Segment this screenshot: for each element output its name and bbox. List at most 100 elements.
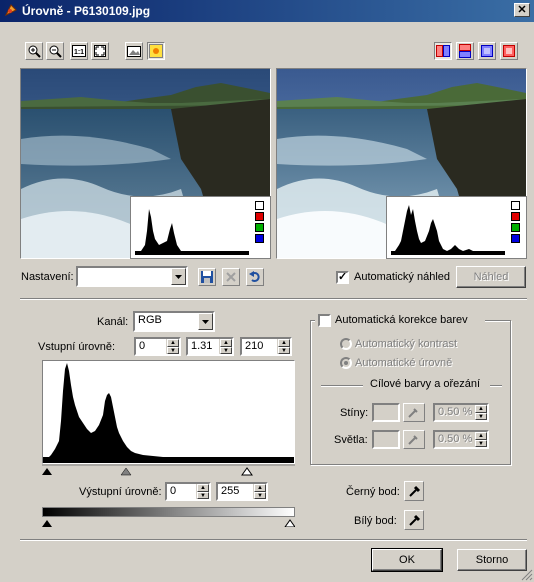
auto-contrast-radio[interactable] bbox=[340, 338, 352, 350]
output-white-field[interactable]: 255 ▲ ▼ bbox=[216, 482, 268, 501]
single-before-icon bbox=[481, 45, 493, 57]
output-black-field[interactable]: 0 ▲ ▼ bbox=[165, 482, 211, 501]
shadows-percent-value: 0.50 % bbox=[438, 406, 473, 418]
settings-dropdown-button[interactable] bbox=[171, 268, 186, 285]
auto-correct-legend-bg: Automatická korekce barev bbox=[315, 313, 485, 327]
white-channel-swatch[interactable] bbox=[255, 201, 264, 210]
input-black-field[interactable]: 0 ▲ ▼ bbox=[134, 337, 181, 356]
auto-correct-label: Automatická korekce barev bbox=[335, 314, 468, 326]
blue-channel-swatch[interactable] bbox=[511, 234, 520, 243]
output-white-spinner[interactable]: ▲ ▼ bbox=[253, 484, 266, 499]
split-vertical-icon bbox=[436, 45, 450, 57]
window-title: Úrovně - P6130109.jpg bbox=[22, 4, 151, 18]
zoom-in-button[interactable] bbox=[25, 42, 43, 60]
channel-label: Kanál: bbox=[97, 316, 129, 328]
app-icon bbox=[4, 4, 17, 17]
output-gradient bbox=[42, 507, 295, 517]
white-point-picker[interactable] bbox=[404, 510, 424, 530]
black-point-handle bbox=[42, 468, 52, 475]
shadows-color-field[interactable] bbox=[372, 403, 400, 422]
eyedropper-icon bbox=[408, 435, 418, 445]
input-white-spinner[interactable]: ▲ ▼ bbox=[277, 339, 290, 354]
auto-levels-radio[interactable] bbox=[340, 357, 352, 369]
black-point-label: Černý bod: bbox=[346, 486, 400, 498]
auto-preview-label: Automatický náhled bbox=[354, 271, 450, 283]
input-levels-label: Vstupní úrovně: bbox=[38, 341, 116, 353]
red-channel-swatch[interactable] bbox=[511, 212, 520, 221]
reset-button[interactable] bbox=[246, 268, 264, 286]
channel-dropdown-button[interactable] bbox=[198, 313, 213, 330]
actual-size-button[interactable]: 1:1 bbox=[70, 42, 88, 60]
input-white-value: 210 bbox=[245, 340, 264, 352]
close-button[interactable]: ✕ bbox=[514, 3, 530, 17]
split-vertical-button[interactable] bbox=[434, 42, 452, 60]
picture-button[interactable] bbox=[125, 42, 143, 60]
sun-button[interactable] bbox=[147, 42, 165, 60]
save-preset-button[interactable] bbox=[198, 268, 216, 286]
output-black-value: 0 bbox=[170, 485, 177, 497]
highlights-percent-field[interactable]: 0.50 % ▲ ▼ bbox=[433, 430, 489, 449]
channel-combo[interactable]: RGB bbox=[133, 311, 215, 332]
before-mini-histogram bbox=[135, 209, 249, 255]
auto-levels-label: Automatické úrovně bbox=[355, 357, 453, 369]
white-point-handle bbox=[241, 467, 253, 476]
histogram[interactable] bbox=[42, 360, 295, 464]
preview-button[interactable]: Náhled bbox=[456, 266, 526, 288]
resize-grip-icon[interactable] bbox=[521, 569, 533, 581]
highlights-picker-button[interactable] bbox=[403, 430, 425, 449]
white-point-label: Bílý bod: bbox=[354, 515, 397, 527]
split-horizontal-button[interactable] bbox=[456, 42, 474, 60]
delete-preset-button[interactable] bbox=[222, 268, 240, 286]
fit-window-icon bbox=[94, 45, 106, 57]
svg-text:1:1: 1:1 bbox=[74, 49, 84, 56]
single-before-button[interactable] bbox=[478, 42, 496, 60]
output-slider-track[interactable] bbox=[42, 517, 296, 528]
green-channel-swatch[interactable] bbox=[511, 223, 520, 232]
chevron-down-icon bbox=[175, 275, 182, 279]
black-point-picker[interactable] bbox=[404, 481, 424, 501]
auto-correct-checkbox[interactable] bbox=[318, 314, 331, 327]
input-slider-graphic bbox=[42, 464, 295, 476]
gamma-handle bbox=[120, 467, 132, 476]
single-after-icon bbox=[503, 45, 515, 57]
red-channel-swatch[interactable] bbox=[255, 212, 264, 221]
fit-window-button[interactable] bbox=[91, 42, 109, 60]
highlights-color-field[interactable] bbox=[372, 430, 400, 449]
input-slider-track[interactable] bbox=[42, 464, 295, 476]
zoom-out-icon bbox=[49, 45, 62, 58]
delete-icon bbox=[226, 272, 236, 282]
highlights-spinner[interactable]: ▲ ▼ bbox=[474, 432, 487, 447]
save-icon bbox=[201, 271, 213, 283]
cancel-button[interactable]: Storno bbox=[457, 549, 527, 571]
ok-button[interactable]: OK bbox=[371, 548, 443, 572]
output-black-spinner[interactable]: ▲ ▼ bbox=[196, 484, 209, 499]
shadows-spinner[interactable]: ▲ ▼ bbox=[474, 405, 487, 420]
shadows-label: Stíny: bbox=[340, 407, 369, 419]
actual-size-icon: 1:1 bbox=[72, 45, 86, 57]
green-channel-swatch[interactable] bbox=[255, 223, 264, 232]
shadows-picker-button[interactable] bbox=[403, 403, 425, 422]
input-black-spinner[interactable]: ▲ ▼ bbox=[166, 339, 179, 354]
channel-value: RGB bbox=[138, 314, 162, 326]
white-channel-swatch[interactable] bbox=[511, 201, 520, 210]
zoom-in-icon bbox=[28, 45, 41, 58]
single-after-button[interactable] bbox=[500, 42, 518, 60]
eyedropper-icon bbox=[408, 408, 418, 418]
auto-preview-checkbox[interactable]: ✓ bbox=[336, 271, 349, 284]
chevron-down-icon bbox=[202, 320, 209, 324]
zoom-out-button[interactable] bbox=[46, 42, 64, 60]
highlights-percent-value: 0.50 % bbox=[438, 433, 473, 445]
shadows-percent-field[interactable]: 0.50 % ▲ ▼ bbox=[433, 403, 489, 422]
input-gamma-spinner[interactable]: ▲ ▼ bbox=[219, 339, 232, 354]
after-histogram-overlay bbox=[386, 196, 527, 259]
separator bbox=[20, 298, 527, 300]
input-white-field[interactable]: 210 ▲ ▼ bbox=[240, 337, 292, 356]
target-group-label: Cílové barvy a ořezání bbox=[370, 378, 481, 390]
input-gamma-field[interactable]: 1.31 ▲ ▼ bbox=[186, 337, 234, 356]
eyedropper-icon bbox=[409, 485, 421, 497]
target-group-line-left bbox=[321, 385, 363, 387]
settings-combo[interactable] bbox=[76, 266, 188, 287]
blue-channel-swatch[interactable] bbox=[255, 234, 264, 243]
output-levels-label: Výstupní úrovně: bbox=[79, 486, 162, 498]
after-mini-histogram bbox=[391, 205, 505, 255]
